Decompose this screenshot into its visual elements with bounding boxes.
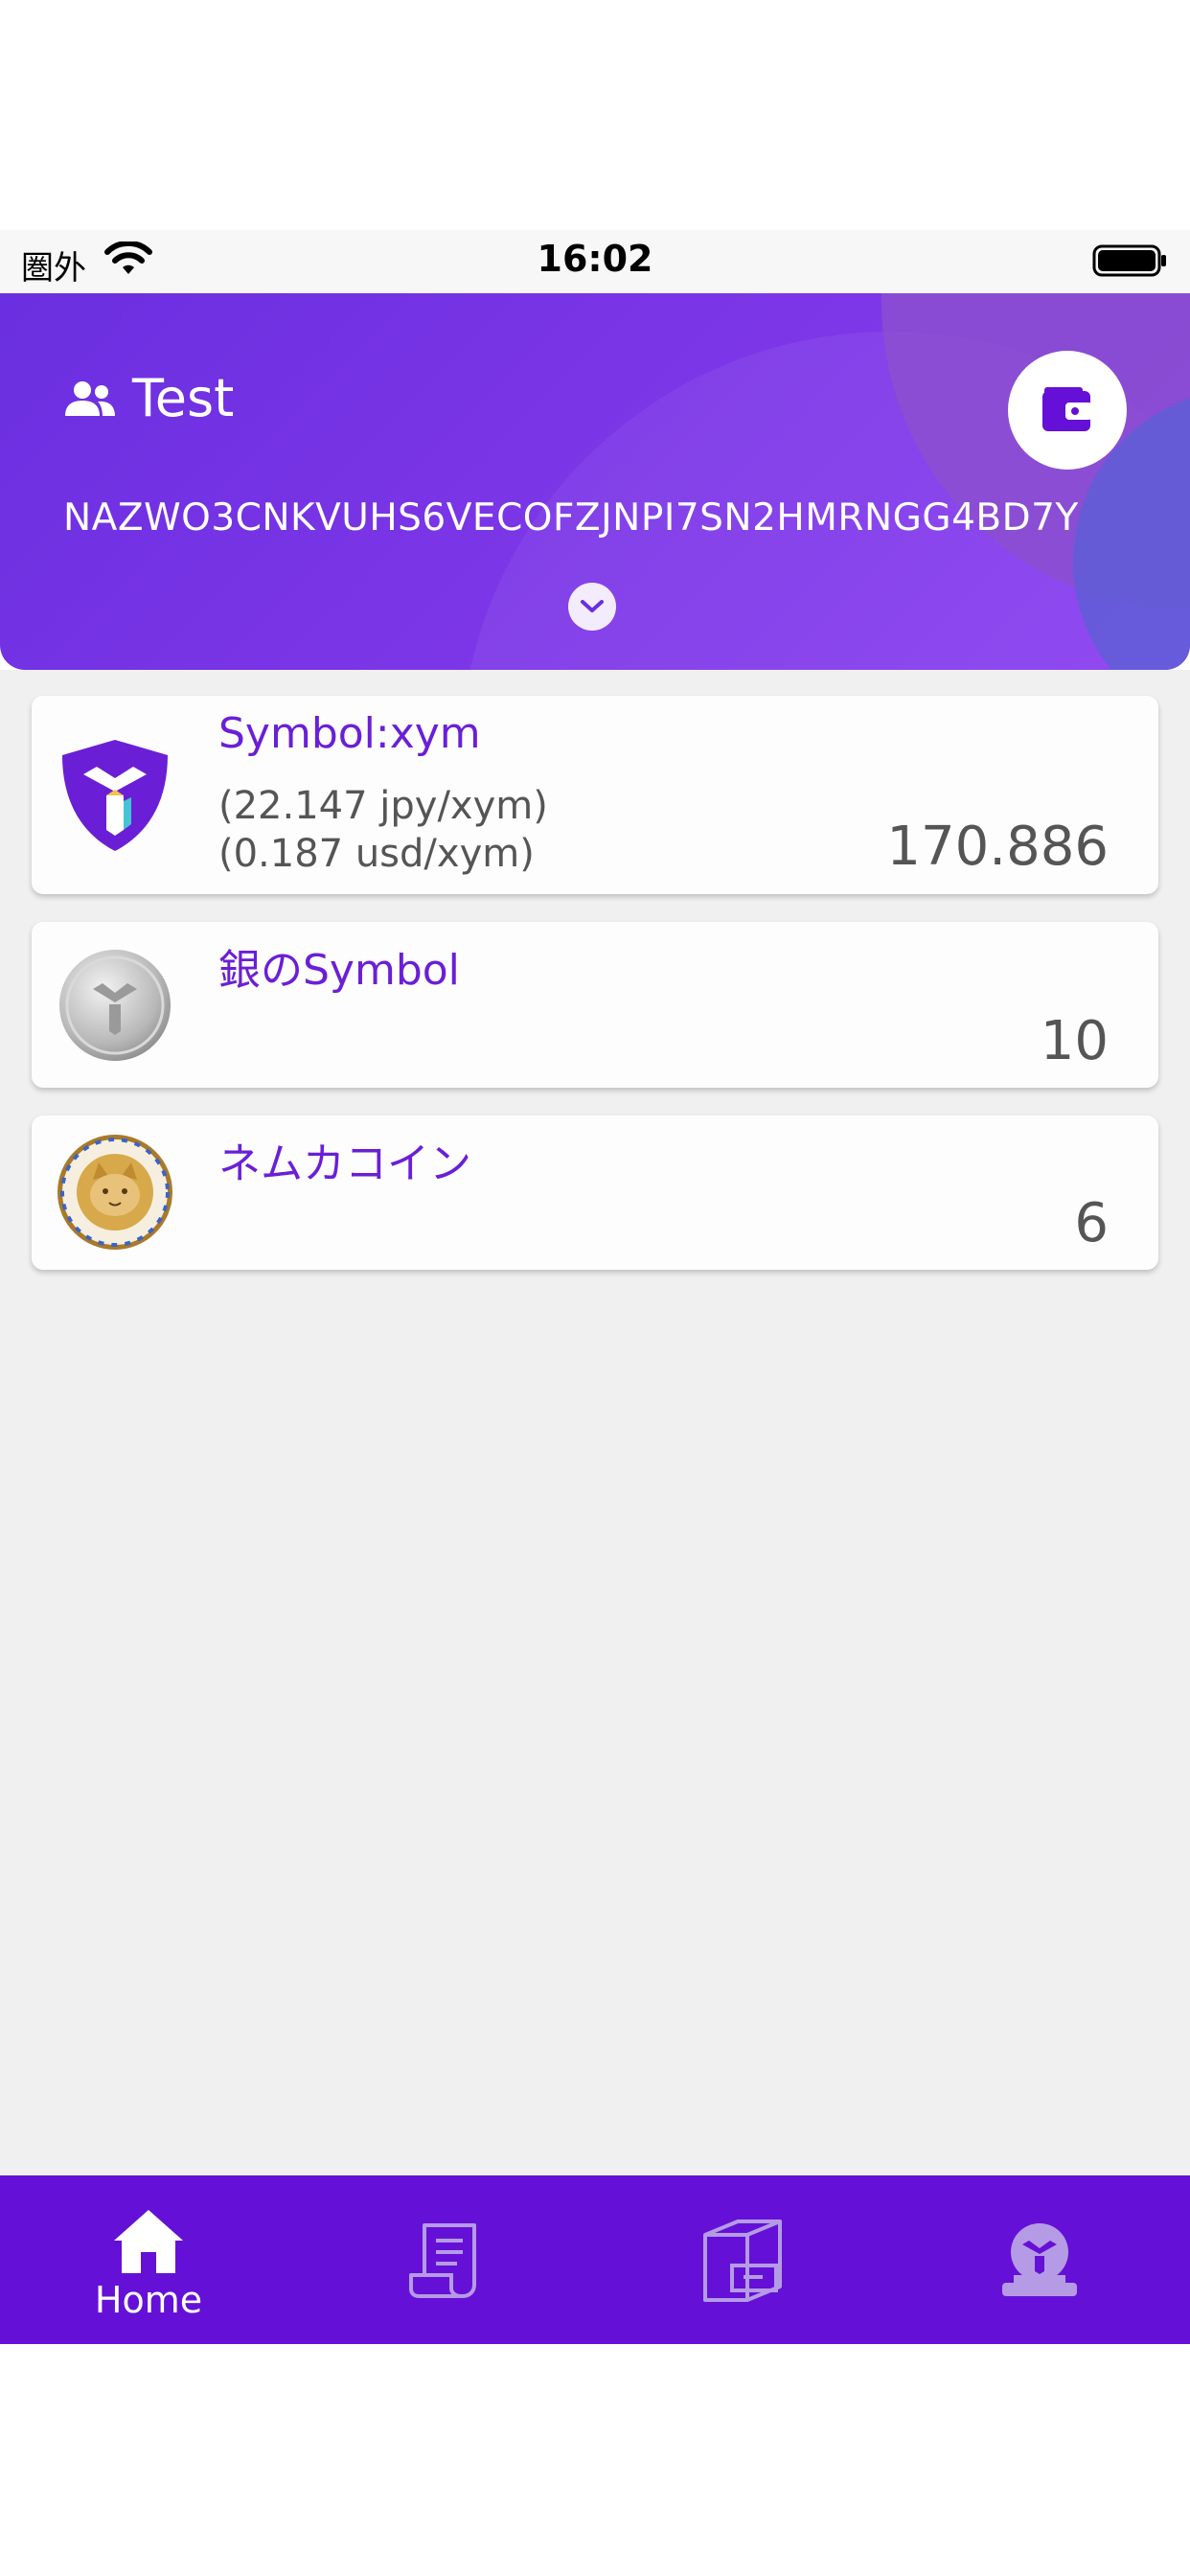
home-icon xyxy=(114,2210,183,2273)
asset-amount: 170.886 xyxy=(886,816,1109,878)
receipt-icon xyxy=(409,2223,476,2298)
silver-coin-icon xyxy=(59,950,171,1061)
asset-list: Symbol:xym (22.147 jpy/xym) (0.187 usd/x… xyxy=(0,670,1190,2175)
status-bar: 圏外 16:02 xyxy=(0,230,1190,293)
asset-rate-usd: (0.187 usd/xym) xyxy=(218,832,535,876)
asset-name: ネムカコイン xyxy=(218,1139,471,1188)
expand-button[interactable] xyxy=(568,583,616,631)
account-address[interactable]: NAZWO3CNKVUHS6VECOFZJNPI7SN2HMRNGG4BD7Y xyxy=(63,496,1079,540)
account-name[interactable]: Test xyxy=(132,368,234,428)
clock: 16:02 xyxy=(537,238,653,280)
asset-card-nemuka-coin[interactable]: ネムカコイン 6 xyxy=(32,1116,1158,1270)
people-icon xyxy=(65,381,115,416)
tab-archive[interactable] xyxy=(594,2175,891,2344)
cat-coin-icon xyxy=(57,1135,172,1250)
asset-rate-jpy: (22.147 jpy/xym) xyxy=(218,784,548,828)
asset-name: Symbol:xym xyxy=(218,709,481,758)
asset-name: 銀のSymbol xyxy=(218,946,460,995)
archive-icon xyxy=(703,2220,782,2302)
tab-history[interactable] xyxy=(297,2175,594,2344)
tab-node[interactable] xyxy=(891,2175,1188,2344)
chevron-down-icon xyxy=(581,600,604,612)
symbol-node-icon xyxy=(1002,2223,1077,2296)
bottom-tab-bar: Home xyxy=(0,2175,1190,2344)
wallet-button[interactable] xyxy=(1008,351,1127,470)
asset-card-xym[interactable]: Symbol:xym (22.147 jpy/xym) (0.187 usd/x… xyxy=(32,696,1158,894)
wallet-icon xyxy=(1042,387,1092,431)
tab-home[interactable]: Home xyxy=(0,2175,297,2344)
asset-amount: 6 xyxy=(1074,1192,1109,1254)
tab-home-label: Home xyxy=(94,2279,203,2321)
asset-amount: 10 xyxy=(1040,1010,1109,1072)
asset-card-silver-symbol[interactable]: 銀のSymbol 10 xyxy=(32,922,1158,1088)
account-header: Test NAZWO3CNKVUHS6VECOFZJNPI7SN2HMRNGG4… xyxy=(0,293,1190,670)
top-blank-area xyxy=(0,0,1190,230)
battery-icon xyxy=(1092,244,1166,277)
symbol-logo-icon xyxy=(62,740,168,851)
bottom-blank-area xyxy=(0,2344,1190,2576)
